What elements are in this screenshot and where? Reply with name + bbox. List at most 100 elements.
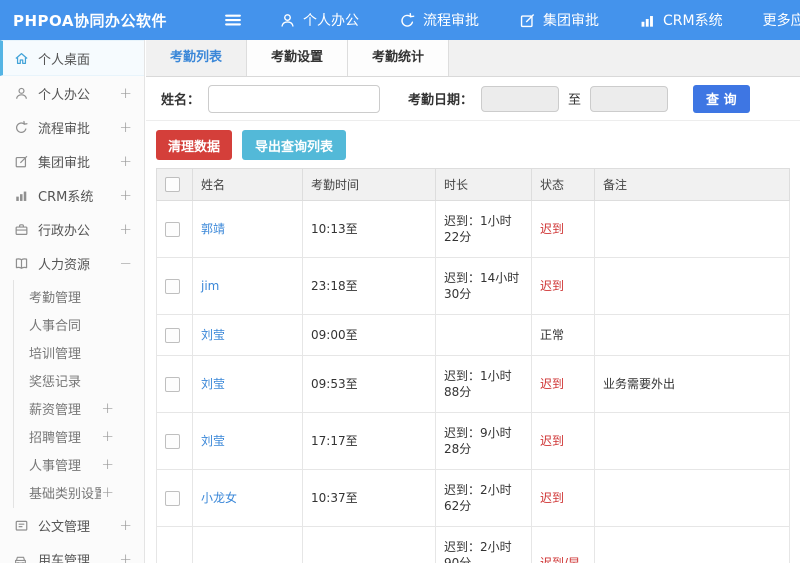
sidebar-item-label: 个人桌面 [38,52,91,68]
duration-line: 迟到：9小时28分 [444,426,512,456]
row-checkbox-cell [156,200,193,258]
home-icon [14,51,29,66]
status-badge: 迟到/早退 [540,556,581,563]
date-from-input[interactable] [481,85,560,112]
sidebar-subitem-label: 招聘管理 [29,430,82,446]
sidebar-item[interactable]: 公文管理 + [0,508,144,542]
topnav-item-user[interactable]: 个人办公 [279,10,359,30]
expand-toggle-icon[interactable]: − [119,255,132,271]
sidebar-subitem[interactable]: 薪资管理 + [14,394,144,422]
row-checkbox[interactable] [165,279,180,294]
attendance-table: 姓名 考勤时间 时长 状态 备注 郭靖 10:13至 迟到：1小时22分 迟到 jim 23:18… [156,168,790,563]
sidebar-item[interactable]: 个人桌面 [0,40,144,76]
expand-toggle-icon[interactable]: + [119,85,132,101]
topnav-item-label: 流程审批 [423,13,479,29]
tab-1[interactable]: 考勤设置 [247,40,349,76]
expand-toggle-icon[interactable]: + [101,400,114,416]
menu-icon[interactable] [223,10,243,30]
employee-name-link[interactable]: 刘莹 [201,377,225,391]
topnav-item-flow[interactable]: 流程审批 [399,10,479,30]
note-cell: 1111 [594,526,790,563]
topnav-item-edit[interactable]: 集团审批 [519,10,599,30]
employee-name-link[interactable]: 刘莹 [201,434,225,448]
employee-name-link[interactable]: 刘莹 [201,328,225,342]
tab-2[interactable]: 考勤统计 [348,40,450,76]
employee-name-link[interactable]: 小龙女 [201,491,237,505]
action-bar: 清理数据 导出查询列表 [146,121,800,168]
sidebar-item[interactable]: 用车管理 + [0,542,144,563]
clean-data-button[interactable]: 清理数据 [156,130,233,160]
sidebar-item[interactable]: CRM系统 + [0,178,144,212]
sidebar-item-label: 行政办公 [38,223,91,239]
name-cell: jim [192,257,303,315]
top-navigation: 个人办公 流程审批 集团审批 CRM系统 更多应用 [279,10,800,30]
expand-toggle-icon[interactable]: + [119,517,132,533]
select-all-checkbox[interactable] [165,177,180,192]
tab-0[interactable]: 考勤列表 [146,40,248,76]
sidebar-item-label: 流程审批 [38,121,91,137]
sidebar-item[interactable]: 集团审批 + [0,144,144,178]
sidebar-subitem-label: 人事合同 [29,318,82,334]
time-cell: 09:00至 [302,314,436,356]
duration-cell: 迟到：9小时28分 [435,412,532,470]
employee-name-link[interactable]: 郭靖 [201,222,225,236]
search-button[interactable]: 查 询 [693,84,750,113]
date-to-input[interactable] [590,85,669,112]
user-icon [279,12,296,29]
row-checkbox[interactable] [165,434,180,449]
sidebar-item[interactable]: 人力资源 − [0,246,144,280]
name-cell: 刘莹 [192,355,303,413]
expand-toggle-icon[interactable]: + [119,153,132,169]
sidebar-item-label: 人力资源 [38,257,91,273]
expand-toggle-icon[interactable]: + [119,119,132,135]
table-row: 刘莹 17:17至 迟到：9小时28分 迟到 [156,412,790,470]
sidebar-subitem-label: 培训管理 [29,346,82,362]
duration-cell [435,314,532,356]
status-badge: 正常 [540,328,565,342]
status-badge: 迟到 [540,434,565,448]
row-checkbox[interactable] [165,222,180,237]
name-filter-input[interactable] [208,84,381,113]
export-list-button[interactable]: 导出查询列表 [242,130,347,160]
sidebar-subitem[interactable]: 人事合同 [14,310,144,338]
flow-icon [399,12,416,29]
row-checkbox[interactable] [165,377,180,392]
status-badge: 迟到 [540,491,565,505]
expand-toggle-icon[interactable]: + [119,551,132,563]
time-cell: 23:18至 [302,257,436,315]
chart-icon [639,12,656,29]
row-checkbox[interactable] [165,491,180,506]
topnav-item-more[interactable]: 更多应用 [763,10,800,30]
car-icon [14,552,29,563]
row-checkbox[interactable] [165,328,180,343]
topnav-item-label: 更多应用 [762,13,800,29]
duration-cell: 迟到：1小时22分 [435,200,532,258]
name-filter-label: 姓名： [161,93,201,108]
expand-toggle-icon[interactable]: + [101,484,114,500]
sidebar-item[interactable]: 个人办公 + [0,76,144,110]
time-cell: 10:13至 [302,200,436,258]
expand-toggle-icon[interactable]: + [101,428,114,444]
sidebar-subitem[interactable]: 招聘管理 + [14,422,144,450]
expand-toggle-icon[interactable]: + [119,221,132,237]
status-badge: 迟到 [540,279,565,293]
topnav-item-label: 集团审批 [543,13,599,29]
topnav-item-chart[interactable]: CRM系统 [639,10,723,30]
sidebar-subitem-label: 考勤管理 [29,290,82,306]
name-cell: 管理员 [192,526,303,563]
sidebar-subitem[interactable]: 考勤管理 [14,282,144,310]
date-filter-label: 考勤日期： [408,93,474,108]
expand-toggle-icon[interactable]: + [101,456,114,472]
sidebar-subitem[interactable]: 人事管理 + [14,450,144,478]
sidebar-item[interactable]: 流程审批 + [0,110,144,144]
sidebar-subitem[interactable]: 基础类别设置 + [14,478,144,506]
employee-name-link[interactable]: jim [201,279,219,293]
sidebar-subitem[interactable]: 培训管理 [14,338,144,366]
note-cell [594,412,790,470]
sidebar-subitem[interactable]: 奖惩记录 [14,366,144,394]
doc-icon [14,518,29,533]
duration-line: 迟到：1小时88分 [444,369,512,399]
name-cell: 小龙女 [192,469,303,527]
sidebar-item[interactable]: 行政办公 + [0,212,144,246]
expand-toggle-icon[interactable]: + [119,187,132,203]
